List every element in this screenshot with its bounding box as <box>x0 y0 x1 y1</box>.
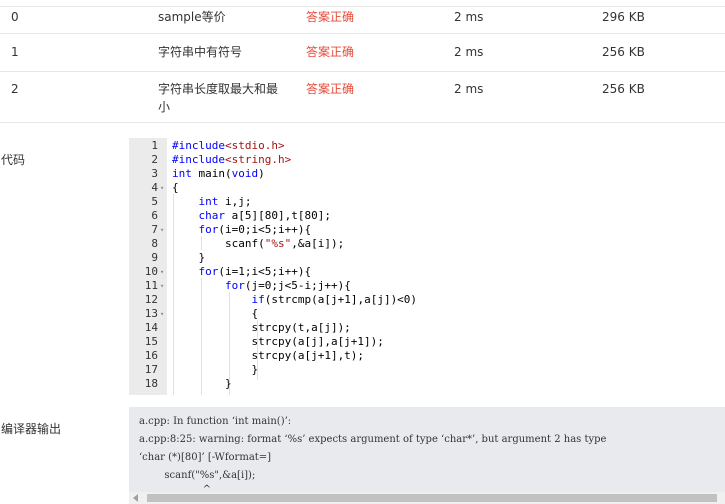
line-number: 9 <box>151 251 158 264</box>
case-time: 2 ms <box>454 82 484 96</box>
case-status: 答案正确 <box>306 10 355 24</box>
case-name: sample等价 <box>158 10 226 24</box>
code-line: 14 strcpy(t,a[j]); <box>129 321 725 335</box>
line-number: 8 <box>151 237 158 250</box>
code-text: int i,j; <box>198 195 252 208</box>
code-line: 5 int i,j; <box>129 195 725 209</box>
code-line: 13 ▾ { <box>129 307 725 321</box>
line-number: 14 <box>144 321 158 334</box>
code-text: } <box>172 377 232 390</box>
code-line: 17 } <box>129 363 725 377</box>
code-text: } <box>172 363 259 376</box>
line-number: 12 <box>144 293 158 306</box>
code-text: strcpy(t,a[j]); <box>172 321 351 334</box>
code-line: 9 } <box>129 251 725 265</box>
line-number: 6 <box>151 209 158 222</box>
scrollbar-thumb[interactable] <box>147 494 717 502</box>
code-line: 4 ▾ { <box>129 181 725 195</box>
case-status: 答案正确 <box>306 82 355 96</box>
code-text: char a[5][80],t[80]; <box>198 209 331 222</box>
fold-toggle-icon[interactable]: ▾ <box>160 265 164 279</box>
line-number: 5 <box>151 195 158 208</box>
line-number: 4 <box>151 181 158 194</box>
case-name-line2: 小 <box>158 100 171 114</box>
line-number: 3 <box>151 167 158 180</box>
fold-toggle-icon[interactable]: ▾ <box>160 279 164 293</box>
fold-toggle-icon[interactable]: ▾ <box>160 307 164 321</box>
code-text: #include<string.h> <box>172 153 292 166</box>
compiler-line: scanf("%s",&a[i]); <box>139 470 256 481</box>
code-text: strcpy(a[j],a[j+1]); <box>172 335 384 348</box>
line-number: 13 <box>144 307 158 320</box>
case-status: 答案正确 <box>306 45 355 59</box>
code-text: if(strcmp(a[j+1],a[j])<0) <box>251 293 418 306</box>
compiler-line: a.cpp: In function ‘int main()’: <box>139 416 292 427</box>
line-number: 1 <box>151 139 158 152</box>
code-line: 16 strcpy(a[j+1],t); <box>129 349 725 363</box>
case-memory: 256 KB <box>602 82 645 96</box>
code-text: #include<stdio.h> <box>172 139 285 152</box>
table-row: 0 sample等价 答案正确 2 ms 296 KB <box>0 6 725 34</box>
code-line: 2 #include<string.h> <box>129 153 725 167</box>
code-line: 3 int main(void) <box>129 167 725 181</box>
code-line: 7 ▾ for(i=0;i<5;i++){ <box>129 223 725 237</box>
compiler-line: a.cpp:8:25: warning: format ‘%s’ expects… <box>139 434 607 445</box>
code-line: 1 #include<stdio.h> <box>129 139 725 153</box>
table-row: 1 字符串中有符号 答案正确 2 ms 256 KB <box>0 34 725 72</box>
code-line: 8 scanf("%s",&a[i]); <box>129 237 725 251</box>
table-row: 2 字符串长度取最大和最小 答案正确 2 ms 256 KB <box>0 72 725 123</box>
code-text: { <box>172 181 179 194</box>
case-id: 0 <box>11 10 19 24</box>
code-text: strcpy(a[j+1],t); <box>172 349 365 362</box>
case-id: 1 <box>11 45 19 59</box>
line-number: 15 <box>144 335 158 348</box>
line-number: 10 <box>144 265 158 278</box>
compiler-line: ‘char (*)[80]’ [-Wformat=] <box>139 452 272 463</box>
code-line: 6 char a[5][80],t[80]; <box>129 209 725 223</box>
code-editor[interactable]: 1 #include<stdio.h> 2 #include<string.h> 3 in… <box>129 138 725 395</box>
case-id: 2 <box>11 82 19 96</box>
compiler-output-label: 编译器输出 <box>1 422 62 436</box>
code-text: for(i=0;i<5;i++){ <box>198 223 312 236</box>
fold-toggle-icon[interactable]: ▾ <box>160 181 164 195</box>
line-number: 7 <box>151 223 158 236</box>
case-name-line1: 字符串长度取最大和最 <box>158 82 279 96</box>
line-number: 18 <box>144 377 158 390</box>
fold-toggle-icon[interactable]: ▾ <box>160 223 164 237</box>
horizontal-scrollbar[interactable] <box>129 492 725 504</box>
case-time: 2 ms <box>454 45 484 59</box>
code-line: 10 ▾ for(i=1;i<5;i++){ <box>129 265 725 279</box>
line-number: 2 <box>151 153 158 166</box>
case-memory: 256 KB <box>602 45 645 59</box>
line-number: 16 <box>144 349 158 362</box>
code-line: 11 ▾ for(j=0;j<5-i;j++){ <box>129 279 725 293</box>
case-memory: 296 KB <box>602 10 645 24</box>
code-line: 12 if(strcmp(a[j+1],a[j])<0) <box>129 293 725 307</box>
code-text: scanf("%s",&a[i]); <box>172 237 345 250</box>
scroll-left-arrow-icon[interactable] <box>133 494 138 502</box>
line-number: 17 <box>144 363 158 376</box>
code-text: int main(void) <box>172 167 265 180</box>
code-text: { <box>172 307 259 320</box>
code-line: 15 strcpy(a[j],a[j+1]); <box>129 335 725 349</box>
compiler-output[interactable]: a.cpp: In function ‘int main()’: a.cpp:8… <box>129 407 725 504</box>
line-number: 11 <box>144 279 158 292</box>
code-text: for(i=1;i<5;i++){ <box>198 265 312 278</box>
case-name: 字符串中有符号 <box>158 45 243 59</box>
case-name: 字符串长度取最大和最小 <box>158 80 288 116</box>
code-text: for(j=0;j<5-i;j++){ <box>224 279 351 292</box>
code-text: } <box>172 251 206 264</box>
code-line: 18 } <box>129 377 725 391</box>
case-time: 2 ms <box>454 10 484 24</box>
code-label: 代码 <box>1 153 26 167</box>
